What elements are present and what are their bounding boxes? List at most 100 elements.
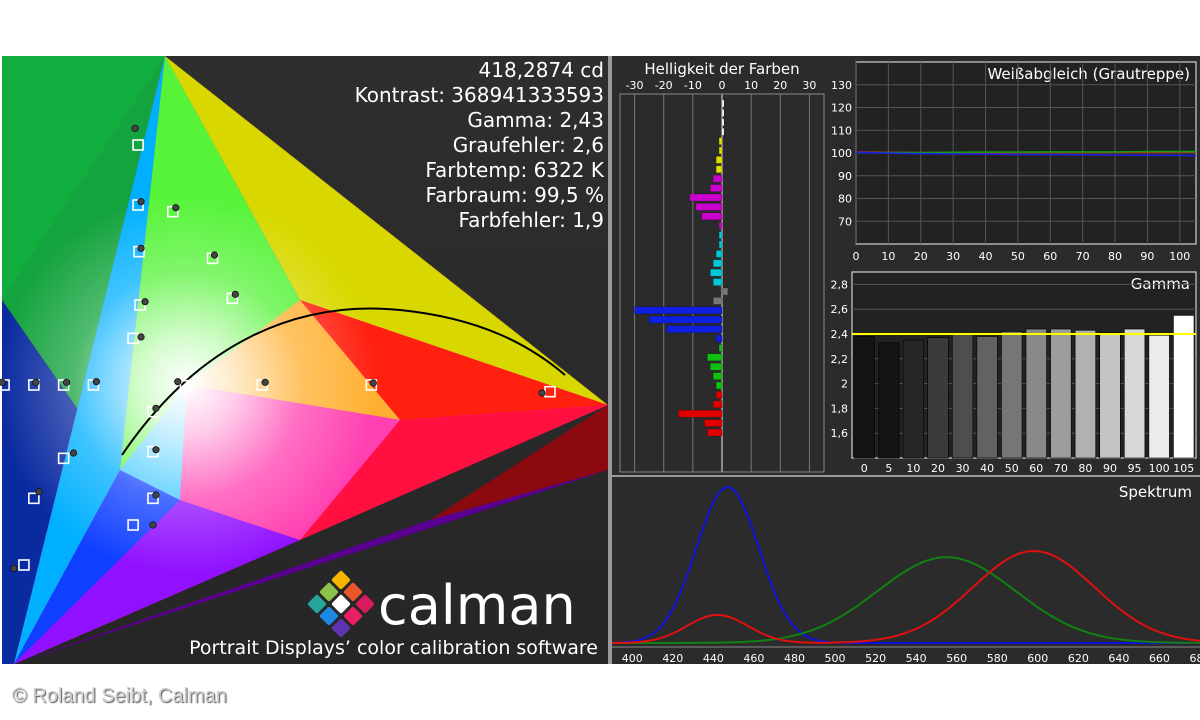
gamma-bar — [1148, 334, 1170, 459]
stat-color-space: Farbraum: 99,5 % — [426, 183, 604, 207]
wb-x-tick-label: 0 — [853, 250, 860, 263]
measured-marker — [231, 290, 239, 298]
gamma-x-tick-label: 5 — [885, 462, 892, 475]
brightness-title: Helligkeit der Farben — [644, 60, 799, 78]
spectrum-x-tick-label: 580 — [987, 652, 1008, 665]
gamma-y-tick-label: 2,4 — [831, 328, 849, 341]
measured-marker — [538, 389, 546, 397]
gamma-x-tick-label: 20 — [931, 462, 945, 475]
measured-marker — [0, 378, 6, 386]
gamma-x-tick-label: 40 — [980, 462, 994, 475]
wb-x-tick-label: 30 — [946, 250, 960, 263]
brightness-bar — [718, 231, 723, 239]
wb-x-tick-label: 50 — [1011, 250, 1025, 263]
brightness-tick-label: 10 — [744, 79, 758, 92]
spectrum-x-tick-label: 600 — [1027, 652, 1048, 665]
spectrum-x-tick-label: 400 — [622, 652, 643, 665]
measured-marker — [261, 378, 269, 386]
gamma-x-tick-label: 90 — [1103, 462, 1117, 475]
measured-marker — [137, 244, 145, 252]
measured-marker — [35, 488, 43, 496]
gamma-y-tick-label: 2,6 — [831, 303, 849, 316]
gamma-bar — [976, 336, 998, 459]
measured-marker — [210, 251, 219, 259]
measured-marker — [137, 198, 145, 206]
spectrum-x-tick-label: 440 — [703, 652, 724, 665]
gamma-bar — [1001, 331, 1023, 459]
measured-marker — [369, 379, 377, 387]
measured-marker — [131, 124, 139, 132]
brightness-bar — [721, 99, 725, 108]
brightness-bar — [718, 344, 723, 352]
gamma-x-tick-label: 30 — [956, 462, 970, 475]
wb-y-tick-label: 110 — [831, 124, 852, 137]
gamma-y-tick-label: 1,6 — [831, 427, 849, 440]
measured-marker — [69, 449, 78, 457]
cie-diagram: 418,2874 cd Kontrast: 368941333593 Gamma… — [0, 56, 608, 664]
brightness-bar — [678, 409, 723, 418]
gamma-bar — [951, 333, 974, 459]
brightness-bar — [718, 137, 723, 145]
brightness-tick-label: -30 — [626, 79, 644, 92]
measured-marker — [172, 204, 180, 212]
wb-y-tick-label: 70 — [838, 215, 852, 228]
gamma-x-tick-label: 80 — [1078, 462, 1092, 475]
brightness-bar — [707, 353, 723, 362]
brightness-bar — [695, 203, 723, 211]
brightness-bar — [718, 240, 723, 249]
measured-marker — [92, 378, 100, 386]
gamma-bar — [927, 337, 949, 459]
brightness-bar — [715, 156, 723, 164]
panel-divider — [608, 56, 612, 664]
gamma-bar — [902, 339, 925, 459]
white-balance-chart: Weißabgleich (Grautreppe) 70809010011012… — [825, 56, 1200, 266]
gamma-x-tick-label: 60 — [1029, 462, 1043, 475]
calman-tagline: Portrait Displays’ color calibration sof… — [189, 637, 598, 659]
gamma-y-tick-label: 2 — [841, 378, 848, 391]
brightness-tick-label: 0 — [719, 79, 726, 92]
gamma-x-tick-label: 50 — [1005, 462, 1019, 475]
gamma-bar — [878, 342, 900, 459]
spectrum-x-tick-label: 460 — [743, 652, 764, 665]
gamma-x-tick-label: 10 — [906, 462, 920, 475]
gamma-y-tick-label: 2,8 — [831, 278, 849, 291]
stat-color-error: Farbfehler: 1,9 — [459, 208, 605, 232]
wb-y-tick-label: 100 — [831, 147, 852, 160]
brightness-bar — [721, 118, 725, 127]
measured-marker — [137, 333, 145, 341]
spectrum-x-tick-label: 680 — [1190, 652, 1200, 665]
brightness-bar — [701, 212, 723, 221]
spectrum-x-tick-label: 500 — [825, 652, 846, 665]
wb-x-tick-label: 80 — [1108, 250, 1122, 263]
gamma-x-tick-label: 105 — [1173, 462, 1194, 475]
measured-marker — [152, 491, 160, 499]
wb-y-tick-label: 80 — [838, 193, 852, 206]
stat-luminance: 418,2874 cd — [479, 58, 604, 82]
measured-marker — [63, 378, 71, 386]
spectrum-x-tick-label: 660 — [1149, 652, 1170, 665]
wb-x-tick-label: 70 — [1076, 250, 1090, 263]
measured-marker — [32, 378, 40, 386]
brightness-tick-label: 20 — [773, 79, 787, 92]
brightness-bar — [704, 419, 723, 427]
wb-x-tick-label: 10 — [881, 250, 895, 263]
brightness-bar — [718, 221, 723, 230]
wb-y-tick-label: 90 — [838, 170, 852, 183]
measured-marker — [152, 404, 160, 412]
spectrum-x-tick-label: 560 — [946, 652, 967, 665]
wb-x-tick-label: 90 — [1140, 250, 1154, 263]
spectrum-chart: Spektrum 400 420 440 460 480 500 520 540 560 580 6… — [611, 475, 1200, 665]
gamma-x-tick-label: 100 — [1149, 462, 1170, 475]
gamma-bar — [1123, 328, 1146, 459]
measured-marker — [152, 446, 160, 454]
wb-series-line — [856, 150, 1196, 154]
calman-wordmark: calman — [378, 574, 576, 637]
brightness-tick-label: -10 — [684, 79, 702, 92]
brightness-bar — [721, 127, 725, 136]
brightness-bar — [710, 268, 723, 277]
brightness-bar — [666, 325, 723, 333]
brightness-bar — [715, 391, 723, 399]
spectrum-x-tick-label: 620 — [1068, 652, 1089, 665]
photo-credit: © Roland Seibt, Calman — [12, 685, 227, 707]
brightness-bar — [713, 278, 723, 286]
